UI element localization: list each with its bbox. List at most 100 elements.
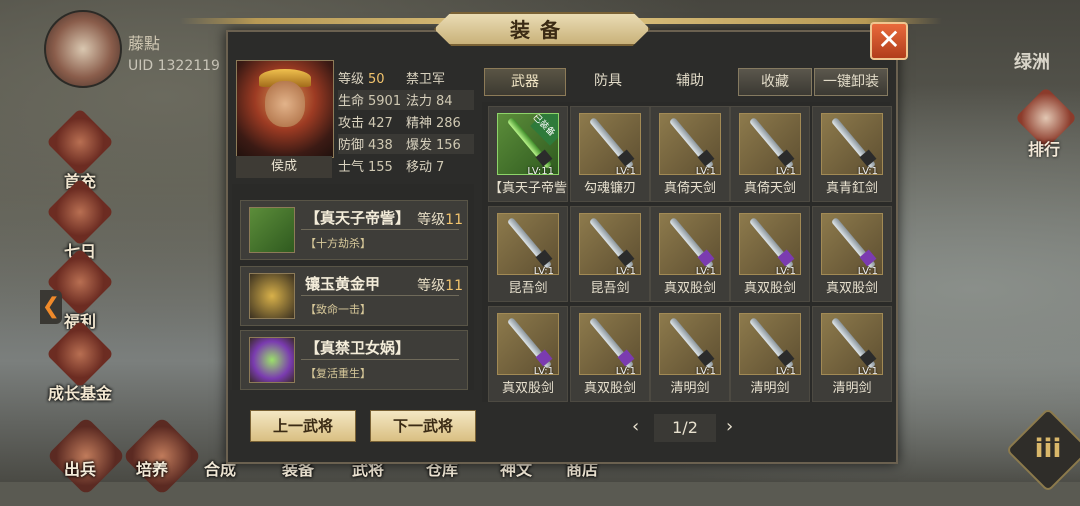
- item-level: LV:1: [857, 166, 878, 175]
- item-level: LV:1: [615, 366, 636, 375]
- sword-icon: LV:1: [739, 213, 801, 275]
- tab-weapon[interactable]: 武器: [484, 68, 566, 96]
- item-name: 真青釭剑: [825, 181, 878, 196]
- unequip-all-button[interactable]: 一键卸装: [814, 68, 888, 96]
- item-level: LV:1: [857, 266, 878, 275]
- stat-row: 攻击 427 精神 286: [338, 112, 474, 132]
- stat-row: 等级 50 禁卫军: [338, 68, 474, 88]
- equipped-weapon-slot[interactable]: 【真天子帝訾】 等级11 【十方劫杀】: [240, 200, 468, 260]
- sword-icon: [249, 207, 295, 253]
- item-name: 真双股剑: [743, 281, 796, 296]
- scythe-icon: LV:1: [579, 113, 641, 175]
- sword-icon: LV:1: [659, 213, 721, 275]
- item-cell[interactable]: LV:1 清明剑: [812, 306, 892, 402]
- side-menu-growth-fund[interactable]: 成长基金: [46, 320, 114, 404]
- item-name: 清明剑: [750, 381, 790, 396]
- equip-level: 等级11: [417, 212, 463, 228]
- prev-hero-button[interactable]: 上一武将: [250, 410, 356, 442]
- menu-bars-icon: iii: [1034, 434, 1062, 464]
- stat-value: 438: [368, 138, 393, 153]
- sword-icon: LV:1: [659, 313, 721, 375]
- favorite-button[interactable]: 收藏: [738, 68, 812, 96]
- equipped-armor-slot[interactable]: 镶玉黄金甲 等级11 【致命一击】: [240, 266, 468, 326]
- prev-page-button[interactable]: ‹: [632, 416, 639, 437]
- item-level: LV:1: [533, 266, 554, 275]
- next-page-button[interactable]: ›: [726, 416, 733, 437]
- player-name: 藤點: [128, 34, 161, 53]
- item-level: LV:1: [857, 366, 878, 375]
- item-name: 昆吾剑: [590, 281, 630, 296]
- sword-icon: LV:1: [579, 313, 641, 375]
- stat-value: 7: [436, 160, 445, 175]
- equip-skill: 【十方劫杀】: [305, 237, 371, 250]
- equip-name: 镶玉黄金甲: [305, 275, 381, 293]
- hero-level: 50: [368, 72, 385, 87]
- sword-icon: LV:1: [821, 213, 883, 275]
- growth-fund-icon: [46, 320, 114, 388]
- item-cell[interactable]: LV:1 真双股剑: [650, 206, 730, 302]
- stat-label: 士气: [338, 160, 365, 175]
- stat-label: 等级: [338, 72, 365, 87]
- item-cell[interactable]: LV:1 真双股剑: [488, 306, 568, 402]
- player-avatar[interactable]: [44, 10, 122, 88]
- item-cell[interactable]: LV:1 真双股剑: [812, 206, 892, 302]
- equip-name: 【真禁卫女娲】: [305, 339, 411, 357]
- item-name: 真双股剑: [663, 281, 716, 296]
- next-hero-button[interactable]: 下一武将: [370, 410, 476, 442]
- item-name: 清明剑: [670, 381, 710, 396]
- item-level: LV:1: [695, 366, 716, 375]
- item-name: 昆吾剑: [508, 281, 548, 296]
- item-cell[interactable]: LV:1 勾魂镰刃: [570, 106, 650, 202]
- item-cell[interactable]: LV:1 昆吾剑: [488, 206, 568, 302]
- sword-icon: LV:1: [659, 113, 721, 175]
- item-level: LV:1: [533, 366, 554, 375]
- equip-level: 等级11: [417, 278, 463, 294]
- item-level: LV:1: [775, 266, 796, 275]
- stat-label: 法力: [406, 94, 433, 109]
- ranking-label[interactable]: 排行: [1028, 136, 1060, 160]
- item-name: 勾魂镰刃: [583, 181, 636, 196]
- bottom-menu-train[interactable]: 培养: [136, 456, 168, 480]
- item-cell[interactable]: LV:1 清明剑: [730, 306, 810, 402]
- stat-value: 84: [436, 94, 453, 109]
- bottom-menu-dispatch[interactable]: 出兵: [64, 456, 96, 480]
- equip-skill: 【致命一击】: [305, 303, 371, 316]
- armor-icon: [249, 273, 295, 319]
- equipped-accessory-slot[interactable]: 【真禁卫女娲】 【复活重生】: [240, 330, 468, 390]
- item-cell[interactable]: LV:1 真双股剑: [570, 306, 650, 402]
- item-cell[interactable]: LV:1 真倚天剑: [730, 106, 810, 202]
- item-name: 真倚天剑: [663, 181, 716, 196]
- hero-portrait[interactable]: [236, 60, 334, 158]
- first-recharge-icon: [46, 108, 114, 176]
- item-name: 真双股剑: [501, 381, 554, 396]
- item-cell[interactable]: LV:1 真双股剑: [730, 206, 810, 302]
- item-name: 真双股剑: [583, 381, 636, 396]
- seven-days-icon: [46, 178, 114, 246]
- sword-icon: LV:1: [739, 113, 801, 175]
- item-level: LV:11: [527, 166, 554, 175]
- item-level: LV:1: [615, 166, 636, 175]
- sword-icon: LV:1: [821, 113, 883, 175]
- gem-icon: [249, 337, 295, 383]
- tab-accessory[interactable]: 辅助: [650, 68, 730, 94]
- stat-row: 士气 155 移动 7: [338, 156, 474, 176]
- item-cell[interactable]: 已装备 LV:11 【真天子帝訾: [488, 106, 568, 202]
- collapse-arrow-icon[interactable]: ❮: [40, 290, 62, 324]
- item-cell[interactable]: LV:1 真青釭剑: [812, 106, 892, 202]
- equip-name: 【真天子帝訾】: [305, 209, 411, 227]
- stat-label: 攻击: [338, 116, 365, 131]
- item-cell[interactable]: LV:1 真倚天剑: [650, 106, 730, 202]
- item-name: 清明剑: [832, 381, 872, 396]
- page-indicator: 1/2: [654, 414, 716, 442]
- item-level: LV:1: [775, 166, 796, 175]
- tab-armor[interactable]: 防具: [568, 68, 648, 94]
- item-cell[interactable]: LV:1 清明剑: [650, 306, 730, 402]
- hero-troop-type: 禁卫军: [406, 72, 446, 87]
- stat-label: 爆发: [406, 138, 433, 153]
- equip-skill: 【复活重生】: [305, 367, 371, 380]
- dialog-title: 装备: [510, 18, 570, 42]
- player-uid: UID 1322119: [128, 58, 220, 74]
- close-button[interactable]: ✕: [870, 22, 908, 60]
- sword-icon: LV:1: [739, 313, 801, 375]
- item-cell[interactable]: LV:1 昆吾剑: [570, 206, 650, 302]
